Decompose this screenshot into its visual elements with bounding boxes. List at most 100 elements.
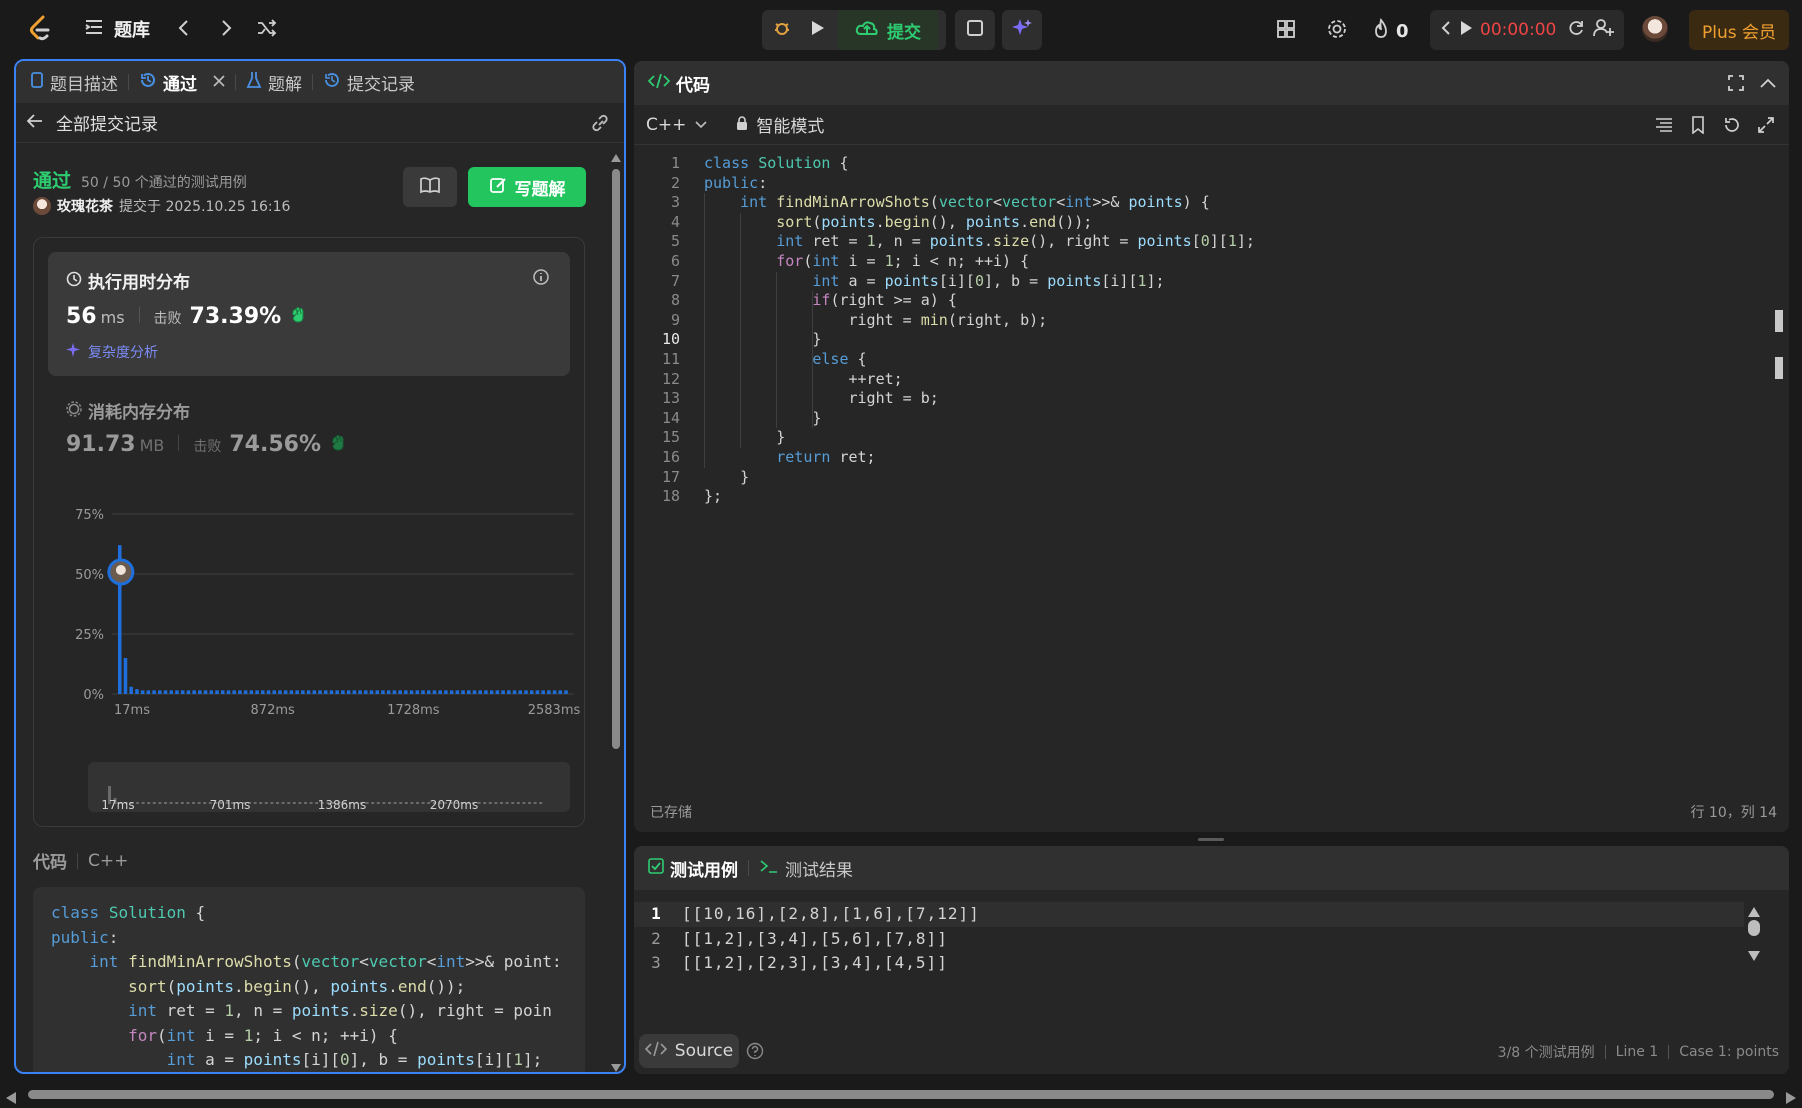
histogram-bar[interactable] <box>163 690 168 694</box>
histogram-bar[interactable] <box>329 690 334 694</box>
histogram-bar[interactable] <box>364 690 368 694</box>
code-line[interactable]: 1 class Solution { <box>634 154 849 174</box>
testcase-list[interactable]: 1 [[10,16],[2,8],[1,6],[7,12]] 2 [[1,2],[3,… <box>634 902 1749 976</box>
histogram-bar[interactable] <box>146 690 151 694</box>
testcase-row[interactable]: 3 [[1,2],[2,3],[3,4],[4,5]] <box>634 951 1744 976</box>
timer-collapse-icon[interactable] <box>1440 19 1452 41</box>
read-solution-button[interactable] <box>403 167 457 207</box>
histogram-bar[interactable] <box>564 690 568 694</box>
code-line[interactable]: 4 sort(points.begin(), points.end()); <box>634 213 1092 233</box>
help-icon[interactable] <box>746 1042 764 1064</box>
code-line[interactable]: 11 else { <box>634 350 867 370</box>
histogram-bar[interactable] <box>129 686 133 694</box>
code-line[interactable]: 15 } <box>634 428 785 448</box>
histogram-bar[interactable] <box>455 690 460 694</box>
histogram-bar[interactable] <box>432 690 437 694</box>
histogram-bar[interactable] <box>558 690 563 694</box>
page-horizontal-scrollbar[interactable] <box>0 1085 1802 1104</box>
runtime-card[interactable]: 执行用时分布 56 ms 击败 73.39% 复杂度分析 <box>48 252 570 376</box>
histogram-bar[interactable] <box>272 690 277 694</box>
histogram-bar[interactable] <box>398 690 402 694</box>
histogram-bar[interactable] <box>421 690 425 694</box>
scroll-down-icon[interactable] <box>611 1057 621 1072</box>
code-line[interactable]: 5 int ret = 1, n = points.size(), right … <box>634 232 1255 252</box>
shuffle-icon[interactable] <box>256 18 278 42</box>
expand-icon[interactable] <box>1757 116 1775 138</box>
code-line[interactable]: 12 ++ret; <box>634 370 903 390</box>
scroll-down-icon[interactable] <box>1748 946 1760 965</box>
histogram-bar[interactable] <box>478 690 482 694</box>
username[interactable]: 玫瑰花茶 <box>57 196 113 216</box>
scroll-left-icon[interactable] <box>6 1089 16 1108</box>
histogram-bar[interactable] <box>392 690 397 694</box>
histogram-bar[interactable] <box>438 690 442 694</box>
histogram-bar[interactable] <box>386 690 391 694</box>
bookmark-icon[interactable] <box>1691 116 1705 138</box>
histogram-bar[interactable] <box>192 690 196 694</box>
user-avatar[interactable] <box>1642 16 1668 42</box>
language-select[interactable]: C++ <box>646 115 708 135</box>
submit-button[interactable]: 提交 <box>838 10 938 50</box>
tab-solutions[interactable]: 题解 <box>246 70 302 95</box>
reset-icon[interactable] <box>1723 116 1741 138</box>
histogram-bar[interactable] <box>278 690 282 694</box>
code-line[interactable]: 2 public: <box>634 174 767 194</box>
leetcode-logo[interactable] <box>26 14 54 42</box>
memory-section[interactable]: 消耗内存分布 91.73 MB 击败 74.56% <box>48 388 570 478</box>
histogram-bar[interactable] <box>312 690 317 694</box>
code-line[interactable]: 10 } <box>634 330 821 350</box>
histogram-bar[interactable] <box>375 690 379 694</box>
tab-description[interactable]: 题目描述 <box>30 70 118 95</box>
scrollbar-thumb[interactable] <box>28 1090 1774 1099</box>
histogram-bar[interactable] <box>220 690 225 694</box>
histogram-bar[interactable] <box>541 690 545 694</box>
settings-icon[interactable] <box>1326 18 1348 44</box>
scroll-up-icon[interactable] <box>1748 902 1760 921</box>
next-problem-icon[interactable] <box>216 17 236 43</box>
code-line[interactable]: 7 int a = points[i][0], b = points[i][1]… <box>634 272 1165 292</box>
panel-resize-handle[interactable] <box>1198 838 1224 841</box>
code-line[interactable]: 14 } <box>634 409 821 429</box>
code-line[interactable]: 18}; <box>634 487 722 507</box>
code-line[interactable]: 13 right = b; <box>634 389 939 409</box>
histogram-bar[interactable] <box>547 690 551 694</box>
info-icon[interactable] <box>532 268 550 290</box>
note-button[interactable] <box>955 10 995 50</box>
code-line[interactable]: 8 if(right >= a) { <box>634 291 957 311</box>
invite-button[interactable] <box>1584 10 1624 50</box>
histogram-bar[interactable] <box>301 690 305 694</box>
code-line[interactable]: 6 for(int i = 1; i < n; ++i) { <box>634 252 1029 272</box>
histogram-bar[interactable] <box>358 690 362 694</box>
histogram-bar[interactable] <box>180 690 185 694</box>
histogram-bar[interactable] <box>261 690 265 694</box>
debug-icon[interactable] <box>772 18 792 42</box>
source-button[interactable]: Source <box>639 1034 739 1068</box>
left-scrollbar[interactable] <box>608 143 624 1072</box>
histogram-bar[interactable] <box>135 689 139 694</box>
tab-testcases[interactable]: 测试用例 <box>648 856 738 881</box>
histogram-bar[interactable] <box>295 690 299 694</box>
histogram-bar[interactable] <box>249 690 254 694</box>
scrollbar-thumb[interactable] <box>1748 920 1760 936</box>
runtime-distribution-chart[interactable]: 75% 50% 25% 0% 17ms 872ms 1728ms 2583ms <box>34 496 586 756</box>
histogram-bar[interactable] <box>381 690 385 694</box>
histogram-bar[interactable] <box>495 690 500 694</box>
testcase-row[interactable]: 1 [[10,16],[2,8],[1,6],[7,12]] <box>634 902 1744 927</box>
histogram-bar[interactable] <box>226 690 231 694</box>
code-line[interactable]: 3 int findMinArrowShots(vector<vector<in… <box>634 193 1210 213</box>
code-preview[interactable]: class Solution {public: int findMinArrow… <box>33 887 585 1072</box>
histogram-bar[interactable] <box>306 690 311 694</box>
histogram-bar[interactable] <box>535 690 540 694</box>
scroll-up-icon[interactable] <box>611 147 621 166</box>
histogram-bar[interactable] <box>529 690 534 694</box>
histogram-bar[interactable] <box>461 690 465 694</box>
histogram-bar[interactable] <box>266 690 271 694</box>
tab-test-results[interactable]: 测试结果 <box>759 856 853 881</box>
histogram-bar[interactable] <box>209 690 214 694</box>
histogram-bar[interactable] <box>409 690 414 694</box>
histogram-bar[interactable] <box>512 690 517 694</box>
histogram-bar[interactable] <box>169 690 174 694</box>
histogram-bar[interactable] <box>518 690 523 694</box>
range-selector[interactable]: 17ms 701ms 1386ms 2070ms <box>88 762 570 812</box>
histogram-bar[interactable] <box>238 690 242 694</box>
